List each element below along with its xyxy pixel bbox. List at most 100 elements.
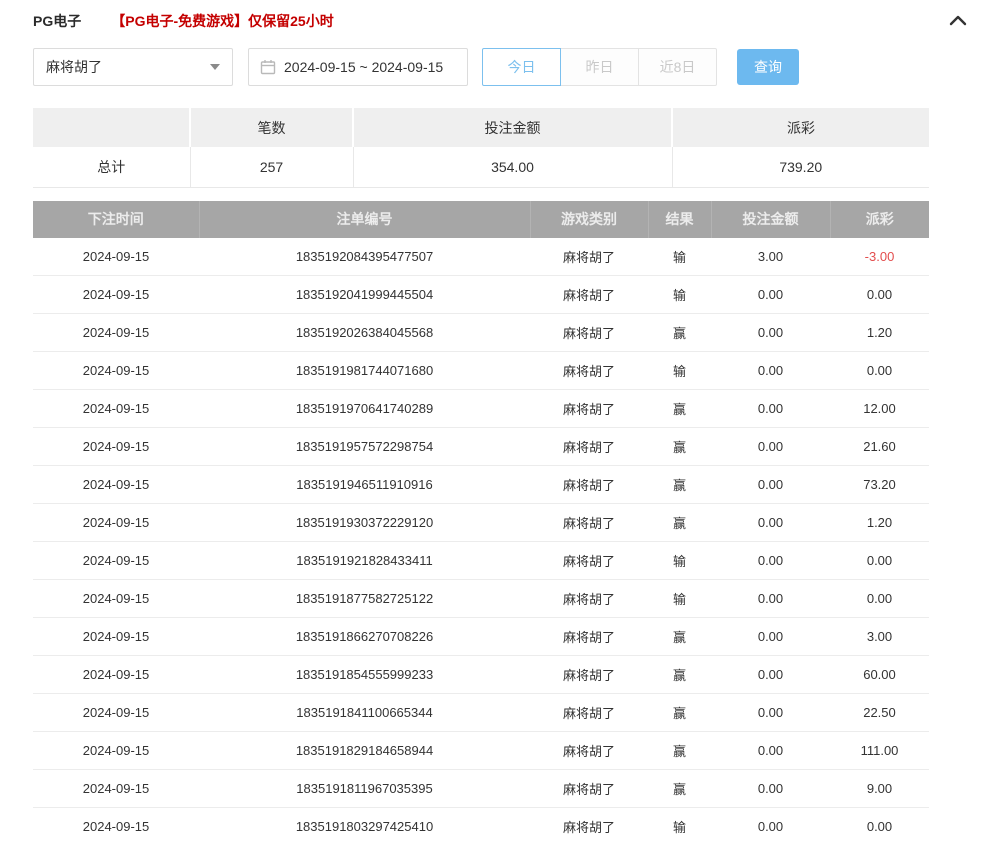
table-row: 2024-09-151835191981744071680麻将胡了输0.000.… bbox=[33, 352, 929, 390]
table-row: 2024-09-151835191811967035395麻将胡了赢0.009.… bbox=[33, 770, 929, 808]
result-cell: 赢 bbox=[648, 770, 711, 808]
result-cell: 赢 bbox=[648, 390, 711, 428]
result-cell: 赢 bbox=[648, 314, 711, 352]
search-button[interactable]: 查询 bbox=[737, 49, 799, 85]
result-cell: 赢 bbox=[648, 694, 711, 732]
bet-amount-cell: 0.00 bbox=[711, 618, 830, 656]
result-cell: 赢 bbox=[648, 732, 711, 770]
col-header-bet-amount: 投注金额 bbox=[711, 201, 830, 238]
game-type-cell: 麻将胡了 bbox=[530, 542, 648, 580]
table-row: 2024-09-151835191841100665344麻将胡了赢0.0022… bbox=[33, 694, 929, 732]
bet-id-cell: 1835192026384045568 bbox=[199, 314, 530, 352]
game-type-cell: 麻将胡了 bbox=[530, 428, 648, 466]
bet-amount-cell: 0.00 bbox=[711, 732, 830, 770]
table-row: 2024-09-151835192026384045568麻将胡了赢0.001.… bbox=[33, 314, 929, 352]
payout-cell: 22.50 bbox=[830, 694, 929, 732]
game-type-cell: 麻将胡了 bbox=[530, 314, 648, 352]
payout-cell: -3.00 bbox=[830, 238, 929, 276]
result-cell: 输 bbox=[648, 352, 711, 390]
result-cell: 赢 bbox=[648, 428, 711, 466]
bet-amount-cell: 0.00 bbox=[711, 808, 830, 844]
result-cell: 赢 bbox=[648, 504, 711, 542]
payout-cell: 9.00 bbox=[830, 770, 929, 808]
game-type-cell: 麻将胡了 bbox=[530, 276, 648, 314]
bet-id-cell: 1835192041999445504 bbox=[199, 276, 530, 314]
game-select[interactable]: 麻将胡了 bbox=[33, 48, 233, 86]
bet-id-cell: 1835191957572298754 bbox=[199, 428, 530, 466]
quick-filter-today[interactable]: 今日 bbox=[482, 48, 561, 86]
bet-amount-cell: 0.00 bbox=[711, 656, 830, 694]
game-type-cell: 麻将胡了 bbox=[530, 694, 648, 732]
summary-table: 笔数 投注金额 派彩 总计 257 354.00 739.20 bbox=[33, 108, 929, 188]
game-type-cell: 麻将胡了 bbox=[530, 238, 648, 276]
col-header-bet-id: 注单编号 bbox=[199, 201, 530, 238]
calendar-icon bbox=[260, 59, 276, 75]
bet-id-cell: 1835191854555999233 bbox=[199, 656, 530, 694]
table-row: 2024-09-151835191946511910916麻将胡了赢0.0073… bbox=[33, 466, 929, 504]
date-quick-filter-group: 今日 昨日 近8日 bbox=[482, 48, 717, 86]
game-type-cell: 麻将胡了 bbox=[530, 352, 648, 390]
bet-time-cell: 2024-09-15 bbox=[33, 314, 199, 352]
page: PG电子 【PG电子-免费游戏】仅保留25小时 麻将胡了 bbox=[0, 0, 1003, 844]
bet-id-cell: 1835191829184658944 bbox=[199, 732, 530, 770]
payout-cell: 1.20 bbox=[830, 314, 929, 352]
date-range-value: 2024-09-15 ~ 2024-09-15 bbox=[284, 59, 443, 75]
bet-amount-cell: 0.00 bbox=[711, 694, 830, 732]
bet-time-cell: 2024-09-15 bbox=[33, 276, 199, 314]
table-row: 2024-09-151835191866270708226麻将胡了赢0.003.… bbox=[33, 618, 929, 656]
game-type-cell: 麻将胡了 bbox=[530, 808, 648, 844]
bet-id-cell: 1835191841100665344 bbox=[199, 694, 530, 732]
game-type-cell: 麻将胡了 bbox=[530, 732, 648, 770]
payout-cell: 0.00 bbox=[830, 808, 929, 844]
bet-amount-cell: 0.00 bbox=[711, 276, 830, 314]
bet-amount-cell: 0.00 bbox=[711, 314, 830, 352]
result-cell: 输 bbox=[648, 580, 711, 618]
payout-cell: 12.00 bbox=[830, 390, 929, 428]
bet-time-cell: 2024-09-15 bbox=[33, 390, 199, 428]
summary-total-bet-amount: 354.00 bbox=[353, 147, 672, 187]
bet-amount-cell: 0.00 bbox=[711, 504, 830, 542]
game-select-value: 麻将胡了 bbox=[46, 57, 102, 77]
bet-time-cell: 2024-09-15 bbox=[33, 428, 199, 466]
quick-filter-last8days[interactable]: 近8日 bbox=[638, 48, 717, 86]
bet-time-cell: 2024-09-15 bbox=[33, 656, 199, 694]
col-header-payout: 派彩 bbox=[830, 201, 929, 238]
bet-id-cell: 1835191921828433411 bbox=[199, 542, 530, 580]
chevron-up-icon bbox=[948, 13, 968, 30]
table-row: 2024-09-151835191854555999233麻将胡了赢0.0060… bbox=[33, 656, 929, 694]
table-row: 2024-09-151835191957572298754麻将胡了赢0.0021… bbox=[33, 428, 929, 466]
result-cell: 赢 bbox=[648, 466, 711, 504]
summary-total-row: 总计 257 354.00 739.20 bbox=[33, 147, 929, 187]
bet-time-cell: 2024-09-15 bbox=[33, 580, 199, 618]
bet-time-cell: 2024-09-15 bbox=[33, 732, 199, 770]
result-cell: 输 bbox=[648, 276, 711, 314]
table-row: 2024-09-151835191970641740289麻将胡了赢0.0012… bbox=[33, 390, 929, 428]
quick-filter-yesterday[interactable]: 昨日 bbox=[560, 48, 639, 86]
filter-bar: 麻将胡了 2024-09-15 ~ 2024-09-15 今日 昨日 近8日 查… bbox=[33, 48, 970, 86]
payout-cell: 60.00 bbox=[830, 656, 929, 694]
summary-header-blank bbox=[33, 108, 190, 147]
result-cell: 输 bbox=[648, 238, 711, 276]
game-type-cell: 麻将胡了 bbox=[530, 656, 648, 694]
bet-id-cell: 1835191877582725122 bbox=[199, 580, 530, 618]
table-row: 2024-09-151835192084395477507麻将胡了输3.00-3… bbox=[33, 238, 929, 276]
bet-amount-cell: 3.00 bbox=[711, 238, 830, 276]
bet-amount-cell: 0.00 bbox=[711, 428, 830, 466]
summary-header-row: 笔数 投注金额 派彩 bbox=[33, 108, 929, 147]
table-row: 2024-09-151835191803297425410麻将胡了输0.000.… bbox=[33, 808, 929, 844]
records-table: 下注时间 注单编号 游戏类别 结果 投注金额 派彩 2024-09-151835… bbox=[33, 201, 929, 844]
collapse-button[interactable] bbox=[946, 9, 970, 33]
table-row: 2024-09-151835191877582725122麻将胡了输0.000.… bbox=[33, 580, 929, 618]
bet-time-cell: 2024-09-15 bbox=[33, 466, 199, 504]
payout-cell: 73.20 bbox=[830, 466, 929, 504]
bet-time-cell: 2024-09-15 bbox=[33, 352, 199, 390]
game-type-cell: 麻将胡了 bbox=[530, 580, 648, 618]
summary-header-bet-amount: 投注金额 bbox=[353, 108, 672, 147]
payout-cell: 0.00 bbox=[830, 580, 929, 618]
table-row: 2024-09-151835191829184658944麻将胡了赢0.0011… bbox=[33, 732, 929, 770]
date-range-picker[interactable]: 2024-09-15 ~ 2024-09-15 bbox=[248, 48, 468, 86]
game-type-cell: 麻将胡了 bbox=[530, 618, 648, 656]
summary-header-payout: 派彩 bbox=[672, 108, 929, 147]
payout-cell: 1.20 bbox=[830, 504, 929, 542]
bet-time-cell: 2024-09-15 bbox=[33, 694, 199, 732]
